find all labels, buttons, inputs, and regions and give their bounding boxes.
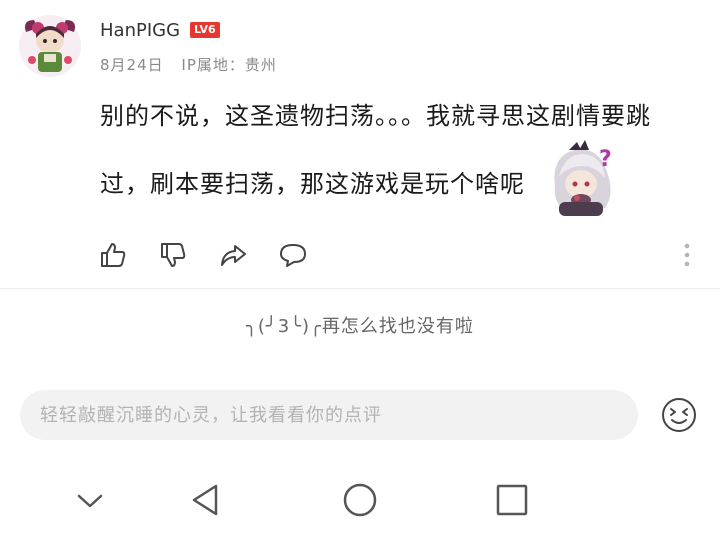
ip-location: IP属地：贵州 — [181, 56, 277, 74]
vertical-dots-icon — [684, 243, 690, 267]
post-actions — [0, 232, 720, 276]
post-meta: 8月24日 IP属地：贵州 — [100, 54, 289, 75]
chevron-down-icon — [77, 494, 103, 508]
thumb-down-icon — [161, 243, 186, 267]
post-date: 8月24日 — [100, 56, 164, 74]
level-badge: LV6 — [190, 22, 220, 38]
comment-bar — [20, 390, 640, 440]
no-comments-text: ╮(╯3╰)╭再怎么找也没有啦 — [246, 316, 474, 337]
thumb-up-icon — [101, 243, 126, 267]
share-button[interactable] — [218, 240, 248, 270]
hide-nav-button[interactable] — [70, 480, 110, 520]
back-triangle-icon — [192, 484, 218, 516]
back-button[interactable] — [186, 480, 226, 520]
home-circle-icon — [343, 483, 377, 517]
avatar-illustration — [19, 15, 81, 77]
system-navigation-bar — [0, 470, 720, 530]
like-button[interactable] — [98, 240, 128, 270]
emoji-button[interactable] — [660, 396, 698, 434]
more-options-button[interactable] — [682, 242, 692, 270]
recents-button[interactable] — [492, 480, 532, 520]
comment-input[interactable] — [20, 390, 640, 440]
recents-square-icon — [496, 484, 528, 516]
home-button[interactable] — [340, 480, 380, 520]
svg-text:?: ? — [599, 147, 612, 172]
confused-sticker-image: ? — [545, 136, 623, 222]
emoji-face-icon — [662, 398, 696, 432]
post-content-line1: 别的不说，这圣遗物扫荡。。。我就寻思这剧情要跳 — [100, 102, 651, 130]
speech-bubble-icon — [280, 244, 306, 267]
username[interactable]: HanPIGG — [100, 20, 180, 41]
dislike-button[interactable] — [158, 240, 188, 270]
section-divider — [0, 288, 720, 289]
user-avatar[interactable] — [18, 14, 82, 78]
share-arrow-icon — [221, 245, 246, 266]
comment-button[interactable] — [278, 240, 308, 270]
